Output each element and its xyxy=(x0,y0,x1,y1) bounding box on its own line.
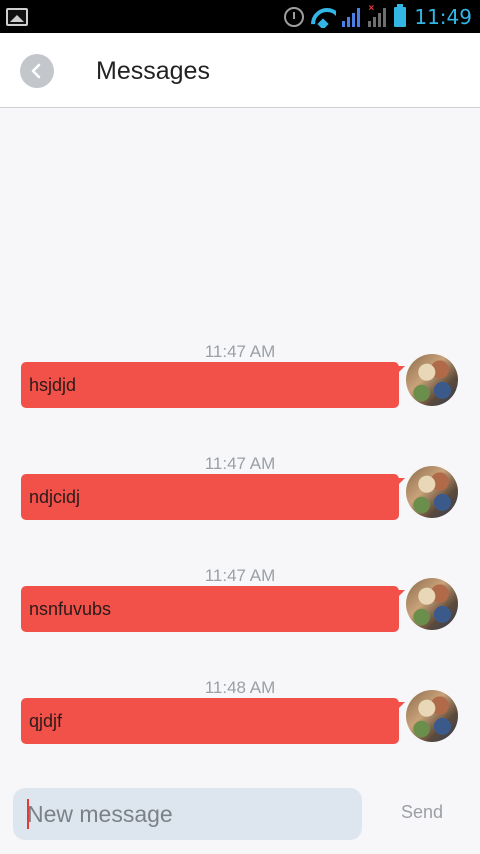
message-bubble[interactable]: hsjdjd xyxy=(21,362,405,408)
signal-icon xyxy=(342,7,362,27)
message-bubble[interactable]: qjdjf xyxy=(21,698,405,744)
message-timestamp: 11:47 AM xyxy=(204,566,276,585)
status-bar: × 11:49 xyxy=(0,0,480,33)
message-item: 11:48 AM qjdjf xyxy=(0,678,480,768)
avatar[interactable] xyxy=(406,690,458,742)
message-timestamp: 11:48 AM xyxy=(204,678,276,697)
back-button[interactable] xyxy=(20,54,54,88)
avatar[interactable] xyxy=(406,578,458,630)
avatar[interactable] xyxy=(406,466,458,518)
avatar[interactable] xyxy=(406,354,458,406)
status-icons: × 11:49 xyxy=(284,3,472,30)
alarm-icon xyxy=(284,7,305,27)
send-button[interactable]: Send xyxy=(388,802,456,823)
message-timestamp: 11:47 AM xyxy=(204,454,276,473)
page-title: Messages xyxy=(96,57,210,85)
signal-no-sim-icon: × xyxy=(368,3,388,27)
app-header: Messages xyxy=(0,33,480,108)
battery-icon xyxy=(394,4,407,27)
message-composer: Send xyxy=(0,778,480,854)
message-list[interactable]: 11:47 AM hsjdjd 11:47 AM ndjcidj 11:47 A… xyxy=(0,108,480,778)
gallery-icon xyxy=(6,8,28,26)
message-item: 11:47 AM nsnfuvubs xyxy=(0,566,480,656)
message-item: 11:47 AM ndjcidj xyxy=(0,454,480,544)
new-message-input[interactable] xyxy=(13,788,362,840)
wifi-icon xyxy=(310,6,336,28)
message-bubble[interactable]: ndjcidj xyxy=(21,474,405,520)
message-timestamp: 11:47 AM xyxy=(204,342,276,361)
text-cursor xyxy=(27,799,29,829)
message-bubble[interactable]: nsnfuvubs xyxy=(21,586,405,632)
message-item: 11:47 AM hsjdjd xyxy=(0,342,480,432)
chevron-left-icon xyxy=(31,63,41,79)
status-clock: 11:49 xyxy=(414,5,472,29)
